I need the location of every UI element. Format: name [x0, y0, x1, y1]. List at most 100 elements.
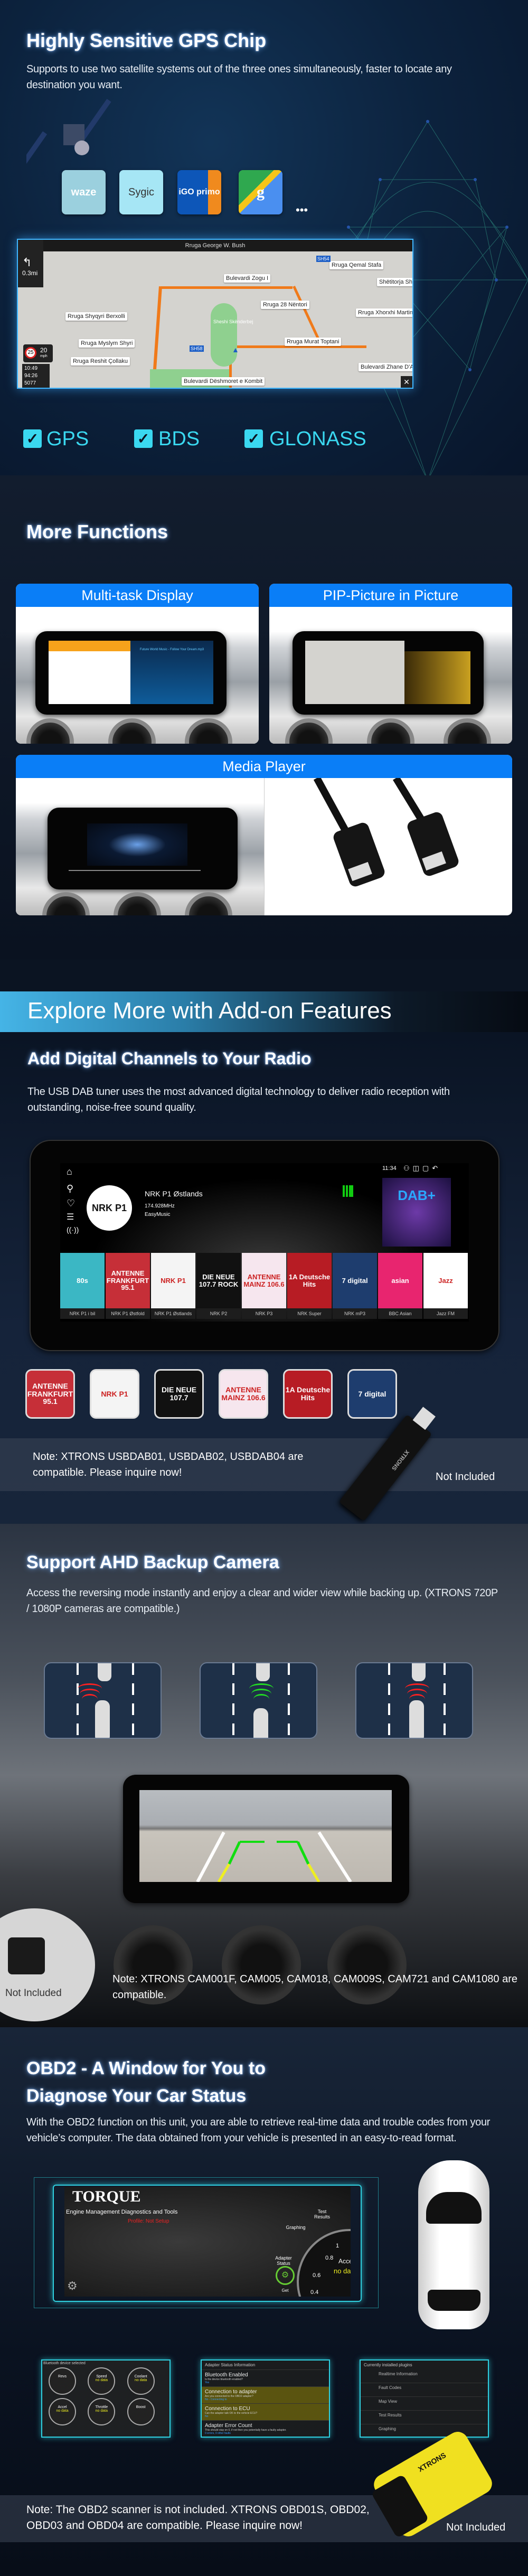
road-shield: SH58: [190, 345, 204, 352]
station-tile[interactable]: DIE NEUE 107.7 ROCK NRK P2: [196, 1253, 241, 1319]
dab-section: Add Digital Channels to Your Radio The U…: [0, 1032, 528, 1524]
home-icon[interactable]: ⌂: [67, 1166, 72, 1177]
status-title: Connection to ECU: [205, 2406, 250, 2412]
station-tile[interactable]: ANTENNE FRANKFURT 95.1 NRK P1 Østfold: [106, 1253, 150, 1319]
obd2-title: OBD2 - A Window for You to Diagnose Your…: [26, 2055, 266, 2110]
speed-panel: 25 20 mph: [23, 344, 53, 362]
plugin-item[interactable]: Fault Codes: [361, 2383, 488, 2397]
signal-strength-icon: [343, 1185, 353, 1197]
plugin-item[interactable]: Test Results: [361, 2411, 488, 2424]
video-frame: [87, 823, 187, 866]
gauges-panel: Bluetooth device selected Revs Speed no da…: [41, 2359, 171, 2438]
trip-duration: 94:26: [24, 373, 38, 379]
station-tile-art: asian: [378, 1253, 422, 1308]
plugin-item[interactable]: Map View: [361, 2397, 488, 2411]
car-icon: [253, 1708, 268, 1738]
station-tile-label: Jazz FM: [423, 1308, 468, 1319]
pip-map-pane: [305, 641, 404, 704]
station-tile[interactable]: asian BBC Asian: [378, 1253, 422, 1319]
gauge-name: Throttle: [95, 2405, 108, 2409]
gps-label: GPS: [46, 428, 89, 450]
test-results-button[interactable]: Test Results: [312, 2209, 333, 2219]
station-tile[interactable]: 7 digital NRK mP3: [333, 1253, 377, 1319]
station-logo: NRK P1: [91, 1371, 138, 1417]
antenna-icon[interactable]: ((·)): [67, 1225, 79, 1234]
station-tile[interactable]: ANTENNE MAINZ 106.6 NRK P3: [242, 1253, 286, 1319]
distance-warning-illustration: [200, 1662, 317, 1739]
station-logo: ANTENNE FRANKFURT 95.1: [27, 1371, 73, 1417]
dab-plus-artwork: DAB+: [382, 1178, 451, 1247]
station-tile-art: Jazz: [423, 1253, 468, 1308]
gauge-value: no da: [334, 2267, 351, 2275]
not-included-label: Not Included: [436, 1471, 495, 1483]
torque-app-screen: TORQUE Engine Management Diagnostics and…: [64, 2187, 351, 2297]
status-title: Adapter Error Count: [205, 2423, 252, 2429]
gauge-name: Accel: [58, 2405, 67, 2409]
gauge-tick: 0.6: [313, 2272, 321, 2279]
adapter-status-button[interactable]: Adapter Status: [273, 2255, 294, 2266]
card-header: PIP-Picture in Picture: [269, 584, 512, 607]
head-unit-screen: [293, 631, 484, 715]
gauge-name: Coolant: [134, 2375, 147, 2378]
search-icon[interactable]: ⚲: [67, 1183, 73, 1194]
camera-note: Note: XTRONS CAM001F, CAM005, CAM018, CA…: [112, 1973, 517, 2001]
reversing-camera-view: [139, 1790, 392, 1882]
station-name: NRK P1 Østlands: [145, 1189, 203, 1198]
station-tile-label: NRK P3: [242, 1308, 286, 1319]
road-shield: SH54: [316, 256, 331, 262]
status-time: 11:34: [382, 1165, 397, 1172]
station-tile[interactable]: 1A Deutsche Hits NRK Super: [287, 1253, 332, 1319]
map-park-label: Sheshi Skënderbej: [213, 319, 253, 324]
plugin-item[interactable]: Graphing: [361, 2424, 488, 2437]
station-logo: ANTENNE MAINZ 106.6: [220, 1371, 267, 1417]
sensor-wave-icon: [82, 1694, 98, 1704]
station-tile-label: NRK Super: [287, 1308, 332, 1319]
list-icon[interactable]: ☰: [67, 1212, 74, 1222]
settings-gear-icon[interactable]: ⚙: [67, 2279, 78, 2293]
scanner-brand: XTRONS: [416, 2450, 448, 2474]
station-tile-label: NRK P1 Østfold: [106, 1308, 150, 1319]
gauge-name: Boost: [136, 2405, 146, 2409]
turn-instruction: ↰ 0.3mi: [18, 240, 43, 287]
pip-card: PIP-Picture in Picture: [269, 584, 512, 744]
map-current-street: Rruga George W. Bush: [18, 240, 412, 251]
station-logo-row: ANTENNE FRANKFURT 95.1 NRK P1 DIE NEUE 107…: [27, 1371, 395, 1417]
station-tile[interactable]: 80s NRK P1 i bil: [60, 1253, 105, 1319]
status-row: Bluetooth Enabled Is the device bluetooth…: [202, 2370, 329, 2387]
map-label: Rruga Reshit Çollaku: [71, 357, 130, 366]
gauge-name: Revs: [58, 2375, 67, 2378]
trip-info: 10:49 94:26 5077: [22, 364, 50, 388]
gauge-tick: 1: [336, 2243, 340, 2249]
distance-warning-illustration: [44, 1662, 162, 1739]
station-tile-label: NRK P1 i bil: [60, 1308, 105, 1319]
obd-gauge: Throttle no data: [88, 2398, 116, 2425]
gauge-status: no data: [95, 2409, 108, 2413]
obd-gauge: Accel no data: [49, 2398, 76, 2425]
graphing-button[interactable]: Graphing: [285, 2225, 306, 2230]
head-unit-screen: ⌂ ⚲ ♡ ☰ ((·)) NRK P1 NRK P1 Østlands 174…: [30, 1140, 499, 1351]
car-icon: [95, 1700, 110, 1738]
get-gear-icon[interactable]: ⚙: [276, 2266, 295, 2285]
gauge-tick: 0.4: [310, 2289, 319, 2296]
video-progress-bar[interactable]: [69, 870, 201, 871]
gauge-tick: 0.8: [325, 2255, 334, 2261]
navigation-map-screenshot: Rruga George W. Bush ↰ 0.3mi Rruga Qemal…: [17, 239, 413, 389]
remaining-distance: 5077: [24, 380, 36, 386]
gauge-name: Speed: [96, 2375, 107, 2378]
parking-guide-lines: [196, 1831, 352, 1882]
car-icon: [409, 1700, 424, 1738]
station-tile[interactable]: NRK P1 NRK P1 Østlands: [151, 1253, 195, 1319]
plugin-item[interactable]: Realtime Information: [361, 2369, 488, 2383]
favorite-heart-icon[interactable]: ♡: [67, 1198, 75, 1209]
map-label: Rruga Murat Toptani: [285, 338, 342, 346]
station-tile-art: 1A Deutsche Hits: [287, 1253, 332, 1308]
sensor-wave-icon: [409, 1694, 425, 1704]
status-row: Connection to ECU Can the adapter talk OK…: [202, 2404, 329, 2421]
status-row: Connection to adapter Are you connected t…: [202, 2387, 329, 2404]
station-tile[interactable]: Jazz Jazz FM: [423, 1253, 468, 1319]
status-icons[interactable]: ⚇◫▢↶: [403, 1164, 441, 1173]
speed-limit-sign: 25: [25, 347, 36, 359]
not-included-label: Not Included: [5, 1988, 62, 1999]
close-map-button[interactable]: ✕: [401, 376, 412, 388]
head-unit-screen: [123, 1775, 409, 1903]
